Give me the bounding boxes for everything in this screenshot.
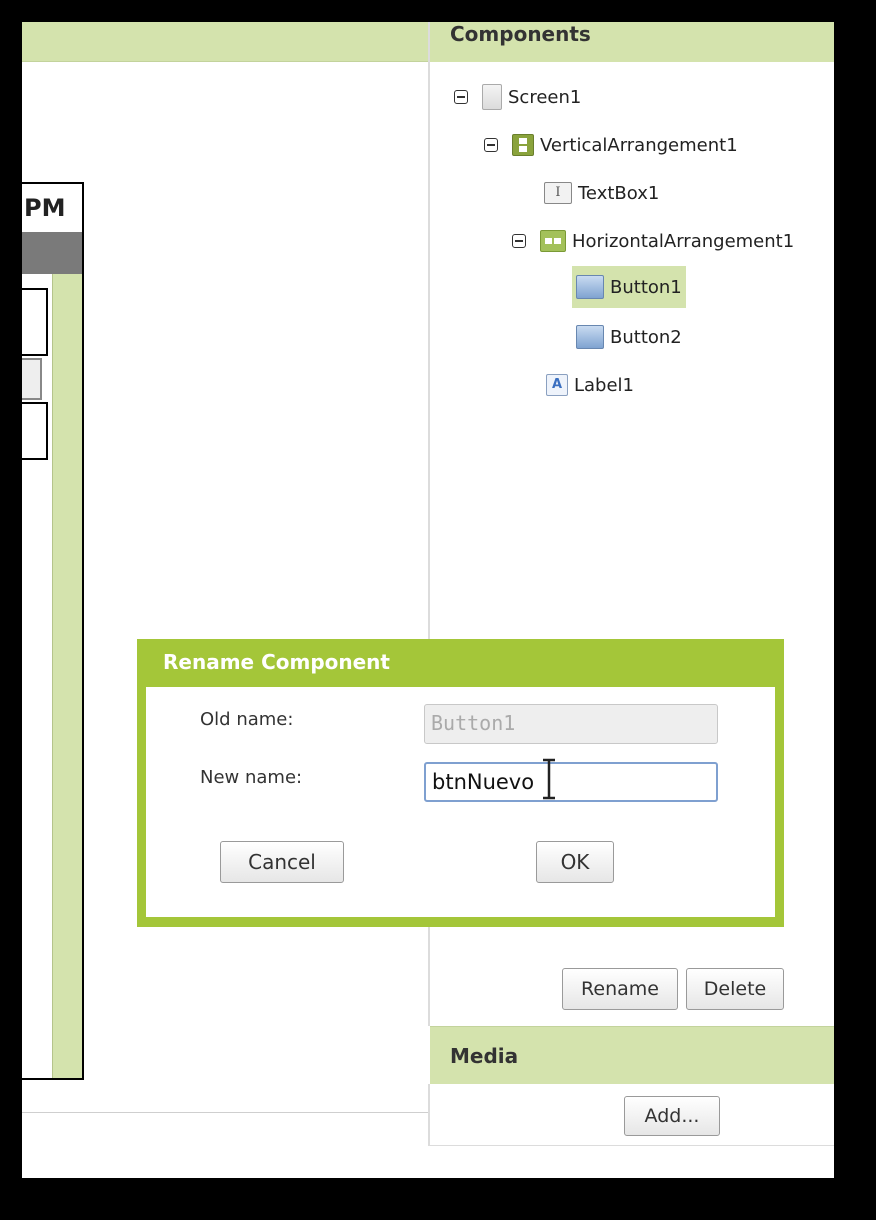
tree-item-button2[interactable]: Button2	[576, 322, 682, 352]
phone-status-time: PM	[22, 184, 80, 232]
phone-scroll-area	[52, 274, 82, 1078]
vertical-arrangement-icon	[512, 134, 534, 156]
button-icon	[576, 325, 604, 349]
text-cursor-icon	[543, 758, 555, 800]
collapse-icon[interactable]	[512, 234, 526, 248]
phone-textbox-preview[interactable]	[22, 288, 48, 356]
tree-item-label: Button1	[610, 276, 682, 298]
add-media-button[interactable]: Add...	[624, 1096, 720, 1136]
viewer-header	[22, 22, 428, 62]
phone-button-preview[interactable]	[22, 358, 42, 400]
horizontal-arrangement-icon	[540, 230, 566, 252]
old-name-label: Old name:	[200, 709, 294, 730]
tree-item-label1[interactable]: A Label1	[546, 370, 634, 400]
tree-item-label: Screen1	[508, 86, 582, 108]
tree-item-button1[interactable]: Button1	[572, 266, 686, 308]
collapse-icon[interactable]	[484, 138, 498, 152]
delete-button[interactable]: Delete	[686, 968, 784, 1010]
components-title: Components	[450, 22, 591, 46]
ok-button[interactable]: OK	[536, 841, 614, 883]
tree-item-verticalarrangement1[interactable]: VerticalArrangement1	[484, 130, 738, 160]
new-name-label: New name:	[200, 767, 303, 788]
rename-button[interactable]: Rename	[562, 968, 678, 1010]
tree-item-textbox1[interactable]: I TextBox1	[544, 178, 659, 208]
dialog-title: Rename Component	[163, 650, 390, 674]
label-icon: A	[546, 374, 568, 396]
tree-item-label: VerticalArrangement1	[540, 134, 738, 156]
media-header: Media	[430, 1026, 834, 1084]
tree-item-label: TextBox1	[578, 182, 660, 204]
phone-label-preview[interactable]	[22, 402, 48, 460]
new-name-input[interactable]	[424, 762, 718, 802]
tree-item-horizontalarrangement1[interactable]: HorizontalArrangement1	[512, 226, 794, 256]
media-title: Media	[450, 1044, 519, 1068]
tree-item-screen1[interactable]: Screen1	[454, 82, 581, 112]
cancel-button[interactable]: Cancel	[220, 841, 344, 883]
button-icon	[576, 275, 604, 299]
viewer-divider	[22, 1112, 428, 1113]
phone-title-bar	[22, 232, 82, 274]
screen-icon	[482, 84, 502, 110]
old-name-field: Button1	[424, 704, 718, 744]
components-header: Components	[430, 22, 834, 62]
tree-item-label: Label1	[574, 374, 635, 396]
textbox-icon: I	[544, 182, 572, 204]
tree-item-label: HorizontalArrangement1	[572, 230, 795, 252]
tree-item-label: Button2	[610, 326, 682, 348]
collapse-icon[interactable]	[454, 90, 468, 104]
